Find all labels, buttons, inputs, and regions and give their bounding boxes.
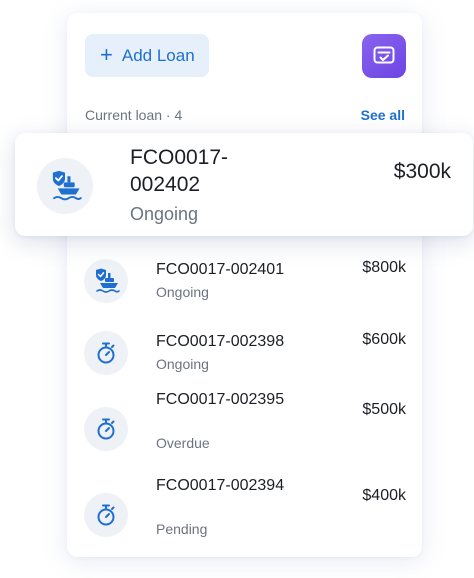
loan-amount: $800k: [362, 259, 406, 276]
loan-row[interactable]: FCO0017-002394 Pending $400k: [67, 475, 422, 541]
loan-status: Ongoing: [156, 356, 209, 372]
checklist-card-icon: [373, 46, 395, 64]
featured-loan-status: Ongoing: [130, 204, 199, 224]
loan-id: FCO0017-002394: [156, 477, 285, 494]
see-all-link[interactable]: See all: [361, 107, 405, 123]
loan-avatar: [84, 331, 128, 375]
loan-amount: $600k: [362, 331, 406, 348]
loan-amount: $500k: [362, 401, 406, 418]
section-title: Current loan · 4: [85, 107, 183, 123]
loan-id: FCO0017-002398: [156, 333, 285, 350]
plus-icon: +: [100, 41, 113, 67]
ship-shield-icon: [52, 170, 82, 201]
stopwatch-icon: [97, 342, 115, 364]
loan-checklist-button[interactable]: [362, 34, 406, 78]
featured-loan-amount: $300k: [393, 160, 451, 183]
loan-row[interactable]: FCO0017-002395 Overdue $500k: [67, 389, 422, 455]
current-loan-header: Current loan · 4 See all: [85, 107, 405, 123]
loan-status: Ongoing: [156, 284, 209, 300]
loan-avatar: [37, 158, 93, 214]
loan-avatar: [84, 407, 128, 451]
loan-id: FCO0017-002401: [156, 261, 285, 278]
stopwatch-icon: [97, 504, 115, 526]
loan-row[interactable]: FCO0017-002401 Ongoing $800k: [67, 259, 422, 305]
loan-status: Pending: [156, 521, 208, 537]
loan-id: FCO0017-002395: [156, 391, 285, 408]
loan-avatar: [84, 493, 128, 537]
add-loan-button[interactable]: + Add Loan: [85, 34, 209, 77]
loan-amount: $400k: [362, 487, 406, 504]
loans-card: + Add Loan Current loan · 4 See all FCO0…: [67, 13, 422, 557]
loan-avatar: [84, 259, 128, 303]
loan-row[interactable]: FCO0017-002398 Ongoing $600k: [67, 331, 422, 377]
loan-status: Overdue: [156, 435, 210, 451]
featured-loan-card[interactable]: FCO0017-002402 Ongoing $300k: [15, 133, 473, 236]
add-loan-label: Add Loan: [121, 45, 195, 65]
featured-loan-id: FCO0017-002402: [130, 146, 229, 196]
stopwatch-icon: [97, 418, 115, 440]
ship-shield-icon: [96, 268, 120, 293]
